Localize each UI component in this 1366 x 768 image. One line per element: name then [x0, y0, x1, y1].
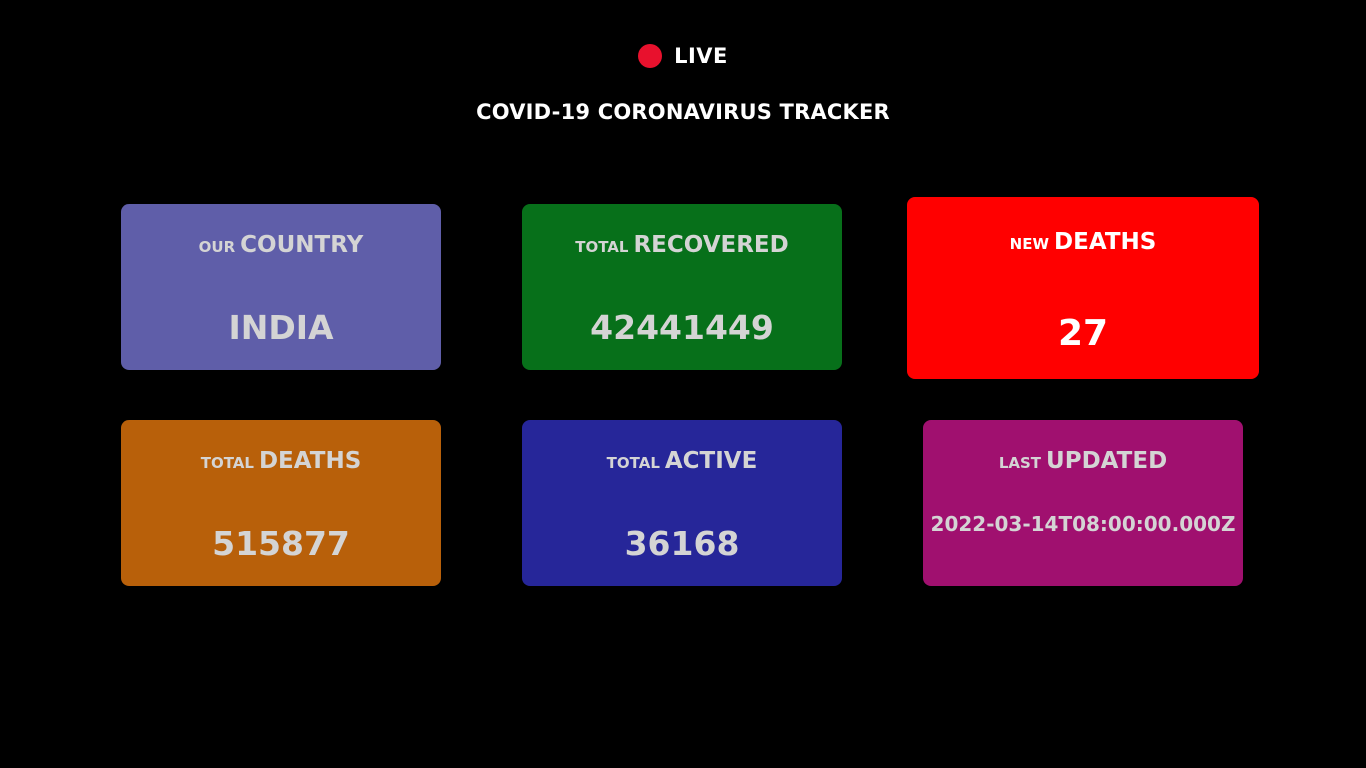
new-deaths-card-title: DEATHS: [1054, 229, 1157, 255]
total-deaths-card: TOTAL DEATHS 515877: [121, 420, 441, 586]
active-card-label: TOTAL ACTIVE: [522, 448, 842, 474]
total-deaths-card-value: 515877: [212, 524, 350, 563]
live-indicator: LIVE: [0, 44, 1366, 68]
last-updated-card-label: LAST UPDATED: [923, 448, 1243, 474]
active-card-prefix: TOTAL: [606, 454, 660, 472]
last-updated-card-prefix: LAST: [998, 454, 1042, 472]
country-card-title: COUNTRY: [240, 232, 364, 258]
total-deaths-card-title: DEATHS: [258, 448, 362, 474]
last-updated-card-title: UPDATED: [1046, 448, 1168, 474]
recovered-card: TOTAL RECOVERED 42441449: [522, 204, 842, 370]
country-card-value: INDIA: [228, 308, 334, 347]
country-card: OUR COUNTRY INDIA: [121, 204, 441, 370]
recovered-card-prefix: TOTAL: [575, 238, 629, 256]
recovered-card-value: 42441449: [590, 308, 774, 347]
new-deaths-card: NEW DEATHS 27: [907, 197, 1259, 379]
live-label: LIVE: [674, 44, 728, 68]
recovered-card-label: TOTAL RECOVERED: [522, 232, 842, 258]
live-dot-icon: [638, 44, 663, 68]
country-card-label: OUR COUNTRY: [121, 232, 441, 258]
active-card-title: ACTIVE: [664, 448, 758, 474]
total-deaths-card-prefix: TOTAL: [200, 454, 254, 472]
active-card-value: 36168: [624, 524, 740, 563]
new-deaths-card-prefix: NEW: [1009, 235, 1050, 253]
new-deaths-card-value: 27: [1057, 313, 1109, 354]
active-card: TOTAL ACTIVE 36168: [522, 420, 842, 586]
total-deaths-card-label: TOTAL DEATHS: [121, 448, 441, 474]
last-updated-card-value: 2022-03-14T08:00:00.000Z: [930, 512, 1236, 536]
tracker-page: LIVE COVID-19 CORONAVIRUS TRACKER OUR COU…: [0, 0, 1366, 768]
country-card-prefix: OUR: [198, 238, 236, 256]
new-deaths-card-label: NEW DEATHS: [907, 229, 1259, 255]
last-updated-card: LAST UPDATED 2022-03-14T08:00:00.000Z: [923, 420, 1243, 586]
recovered-card-title: RECOVERED: [633, 232, 789, 258]
page-title: COVID-19 CORONAVIRUS TRACKER: [476, 100, 890, 124]
